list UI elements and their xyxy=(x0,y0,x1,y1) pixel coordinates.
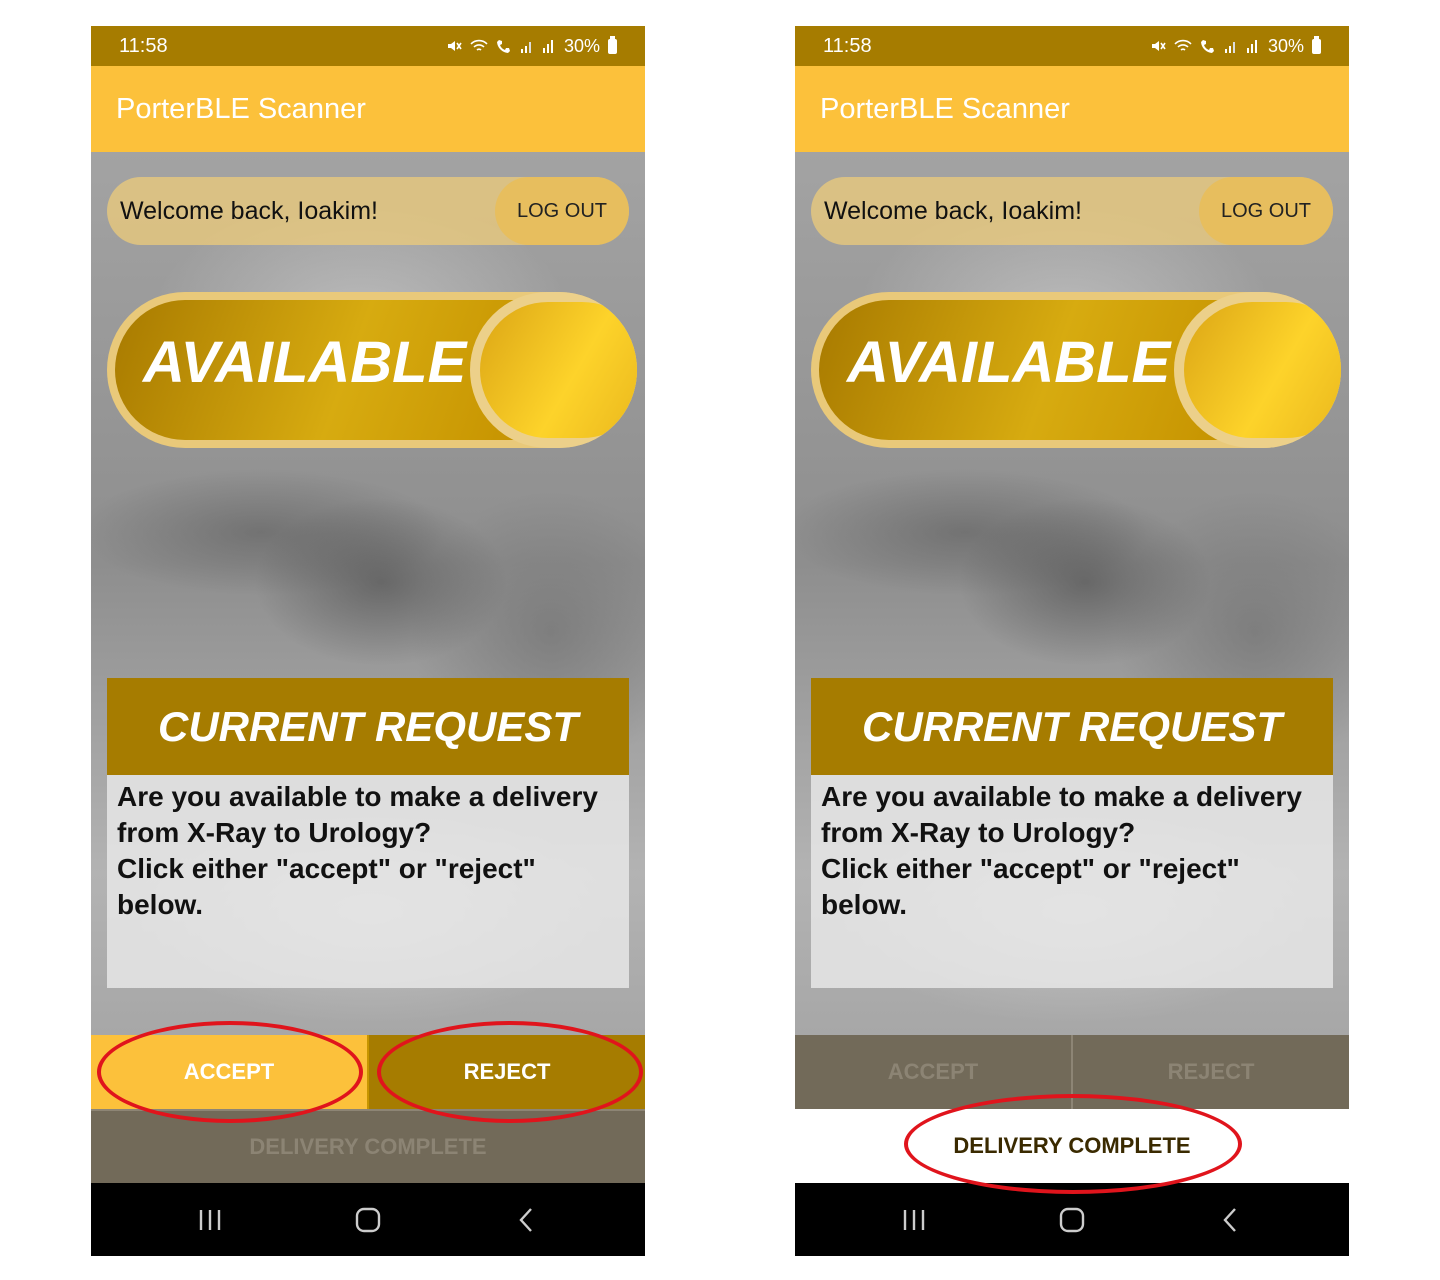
request-line: Are you available to make a delivery xyxy=(117,781,598,812)
availability-toggle[interactable]: AVAILABLE xyxy=(107,292,637,448)
request-line: Click either "accept" or "reject" xyxy=(821,853,1240,884)
signal-icon xyxy=(520,42,531,53)
home-icon[interactable] xyxy=(1052,1200,1092,1240)
status-icons: 30% xyxy=(446,35,617,57)
recent-apps-icon[interactable] xyxy=(894,1200,934,1240)
mute-icon xyxy=(447,41,462,51)
request-line: Are you available to make a delivery xyxy=(821,781,1302,812)
availability-label: AVAILABLE xyxy=(143,329,467,395)
request-line: from X-Ray to Urology? xyxy=(117,817,432,848)
system-nav-bar xyxy=(795,1183,1349,1256)
app-title: PorterBLE Scanner xyxy=(820,92,1070,125)
request-line: Click either "accept" or "reject" xyxy=(117,853,536,884)
battery-icon xyxy=(608,35,617,54)
signal-r-icon xyxy=(1246,40,1257,53)
battery-percent: 30% xyxy=(1267,35,1304,56)
request-line: from X-Ray to Urology? xyxy=(821,817,1136,848)
reject-button[interactable]: REJECT xyxy=(367,1035,645,1109)
status-time: 11:58 xyxy=(119,34,168,57)
home-icon[interactable] xyxy=(348,1200,388,1240)
accept-button[interactable]: ACCEPT xyxy=(91,1035,367,1109)
welcome-bar: Welcome back, Ioakim! LOG OUT xyxy=(107,177,629,245)
wifi-call-icon xyxy=(1200,40,1214,53)
wifi-call-icon xyxy=(496,40,510,53)
mute-icon xyxy=(1151,41,1166,51)
welcome-text: Welcome back, Ioakim! xyxy=(824,196,1082,225)
app-title: PorterBLE Scanner xyxy=(116,92,366,125)
status-bar: 11:58 30% xyxy=(91,26,645,66)
system-nav-bar xyxy=(91,1183,645,1256)
request-message: Are you available to make a delivery fro… xyxy=(811,775,1333,988)
main-content: Welcome back, Ioakim! LOG OUT AVAILABLE … xyxy=(91,152,645,1182)
decision-buttons: ACCEPT REJECT xyxy=(91,1035,645,1109)
request-line: below. xyxy=(117,889,204,920)
request-title: CURRENT REQUEST xyxy=(811,678,1333,775)
request-line: below. xyxy=(821,889,908,920)
delivery-complete-button[interactable]: DELIVERY COMPLETE xyxy=(91,1109,645,1183)
status-icons: 30% xyxy=(1150,35,1321,57)
logout-button[interactable]: LOG OUT xyxy=(495,177,629,245)
request-title: CURRENT REQUEST xyxy=(107,678,629,775)
status-time: 11:58 xyxy=(823,34,872,57)
back-icon[interactable] xyxy=(1210,1200,1250,1240)
toggle-knob[interactable] xyxy=(1174,292,1341,448)
battery-icon xyxy=(1312,35,1321,54)
phone-screen-delivery-complete: 11:58 30% PorterBLE Scanner Welcome back… xyxy=(795,26,1349,1256)
wifi-icon xyxy=(1174,39,1192,51)
welcome-bar: Welcome back, Ioakim! LOG OUT xyxy=(811,177,1333,245)
battery-percent: 30% xyxy=(563,35,600,56)
back-icon[interactable] xyxy=(506,1200,546,1240)
status-bar: 11:58 30% xyxy=(795,26,1349,66)
signal-icon xyxy=(1224,42,1235,53)
availability-label: AVAILABLE xyxy=(847,329,1171,395)
decision-buttons: ACCEPT REJECT xyxy=(795,1035,1349,1109)
wifi-icon xyxy=(470,39,488,51)
main-content: Welcome back, Ioakim! LOG OUT AVAILABLE … xyxy=(795,152,1349,1182)
toggle-knob[interactable] xyxy=(470,292,637,448)
recent-apps-icon[interactable] xyxy=(190,1200,230,1240)
delivery-complete-button[interactable]: DELIVERY COMPLETE xyxy=(795,1109,1349,1183)
phone-screen-accept-reject: 11:58 30% PorterBLE Scanner Welcome back… xyxy=(91,26,645,1256)
request-message: Are you available to make a delivery fro… xyxy=(107,775,629,988)
signal-r-icon xyxy=(542,40,553,53)
availability-toggle[interactable]: AVAILABLE xyxy=(811,292,1341,448)
welcome-text: Welcome back, Ioakim! xyxy=(120,196,378,225)
reject-button[interactable]: REJECT xyxy=(1071,1035,1349,1109)
app-bar: PorterBLE Scanner xyxy=(91,66,645,152)
accept-button[interactable]: ACCEPT xyxy=(795,1035,1071,1109)
logout-button[interactable]: LOG OUT xyxy=(1199,177,1333,245)
app-bar: PorterBLE Scanner xyxy=(795,66,1349,152)
